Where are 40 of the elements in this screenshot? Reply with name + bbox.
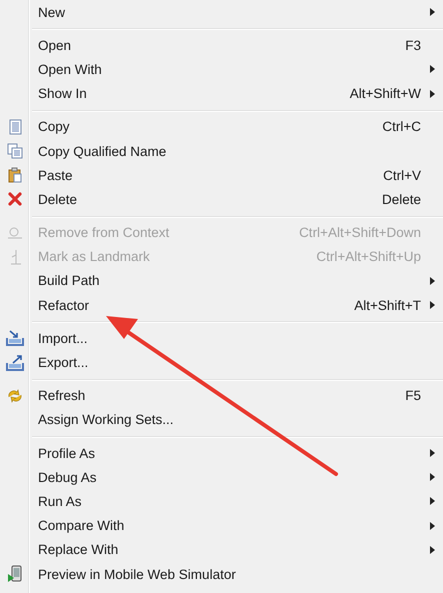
export-tray-icon [6,354,24,371]
menu-item[interactable]: Replace With [0,538,443,562]
import-tray-icon [6,330,24,346]
menu-item[interactable]: Run As [0,489,443,514]
menu-item[interactable]: Open F3 [0,33,443,58]
refresh-arrows-icon [7,388,23,404]
menu-item[interactable]: Preview in Mobile Web Simulator [0,562,443,586]
submenu-arrow-icon [430,546,434,554]
submenu-arrow-icon [430,522,434,530]
submenu-arrow-icon [430,65,434,74]
documents-copy-icon [7,143,23,160]
landmark-icon [8,248,22,265]
menu-item[interactable]: Import... [0,326,443,350]
delete-x-icon [8,192,22,206]
clipboard-paste-icon [7,167,23,184]
submenu-arrow-icon [430,90,434,98]
menu-item[interactable]: Paste Ctrl+V [0,163,443,188]
menu-item[interactable]: New [0,0,443,24]
menu-item[interactable]: Compare With [0,514,443,538]
menu-item[interactable]: Assign Working Sets... [0,408,443,432]
menu-item[interactable]: Refresh F5 [0,384,443,408]
submenu-arrow-icon [430,497,434,506]
submenu-arrow-icon [430,301,434,310]
menu-item[interactable]: Debug As [0,465,443,490]
menu-item[interactable]: Build Path [0,268,443,294]
context-icon [7,226,23,240]
menu-item[interactable]: Copy Ctrl+C [0,114,443,139]
document-copy-icon [7,118,23,135]
submenu-arrow-icon [430,449,434,458]
menu-item[interactable]: Copy Qualified Name [0,138,443,164]
menu-item[interactable]: Export... [0,350,443,375]
menu-item[interactable]: Delete Delete [0,187,443,212]
menu-item[interactable]: Profile As [0,441,443,466]
menu-item[interactable]: Refactor Alt+Shift+T [0,293,443,318]
menu-item[interactable]: Show In Alt+Shift+W [0,82,443,106]
submenu-arrow-icon [430,8,434,16]
submenu-arrow-icon [430,276,434,285]
mobile-play-icon [7,565,23,584]
menu-item[interactable]: Open With [0,57,443,82]
submenu-arrow-icon [430,473,434,482]
